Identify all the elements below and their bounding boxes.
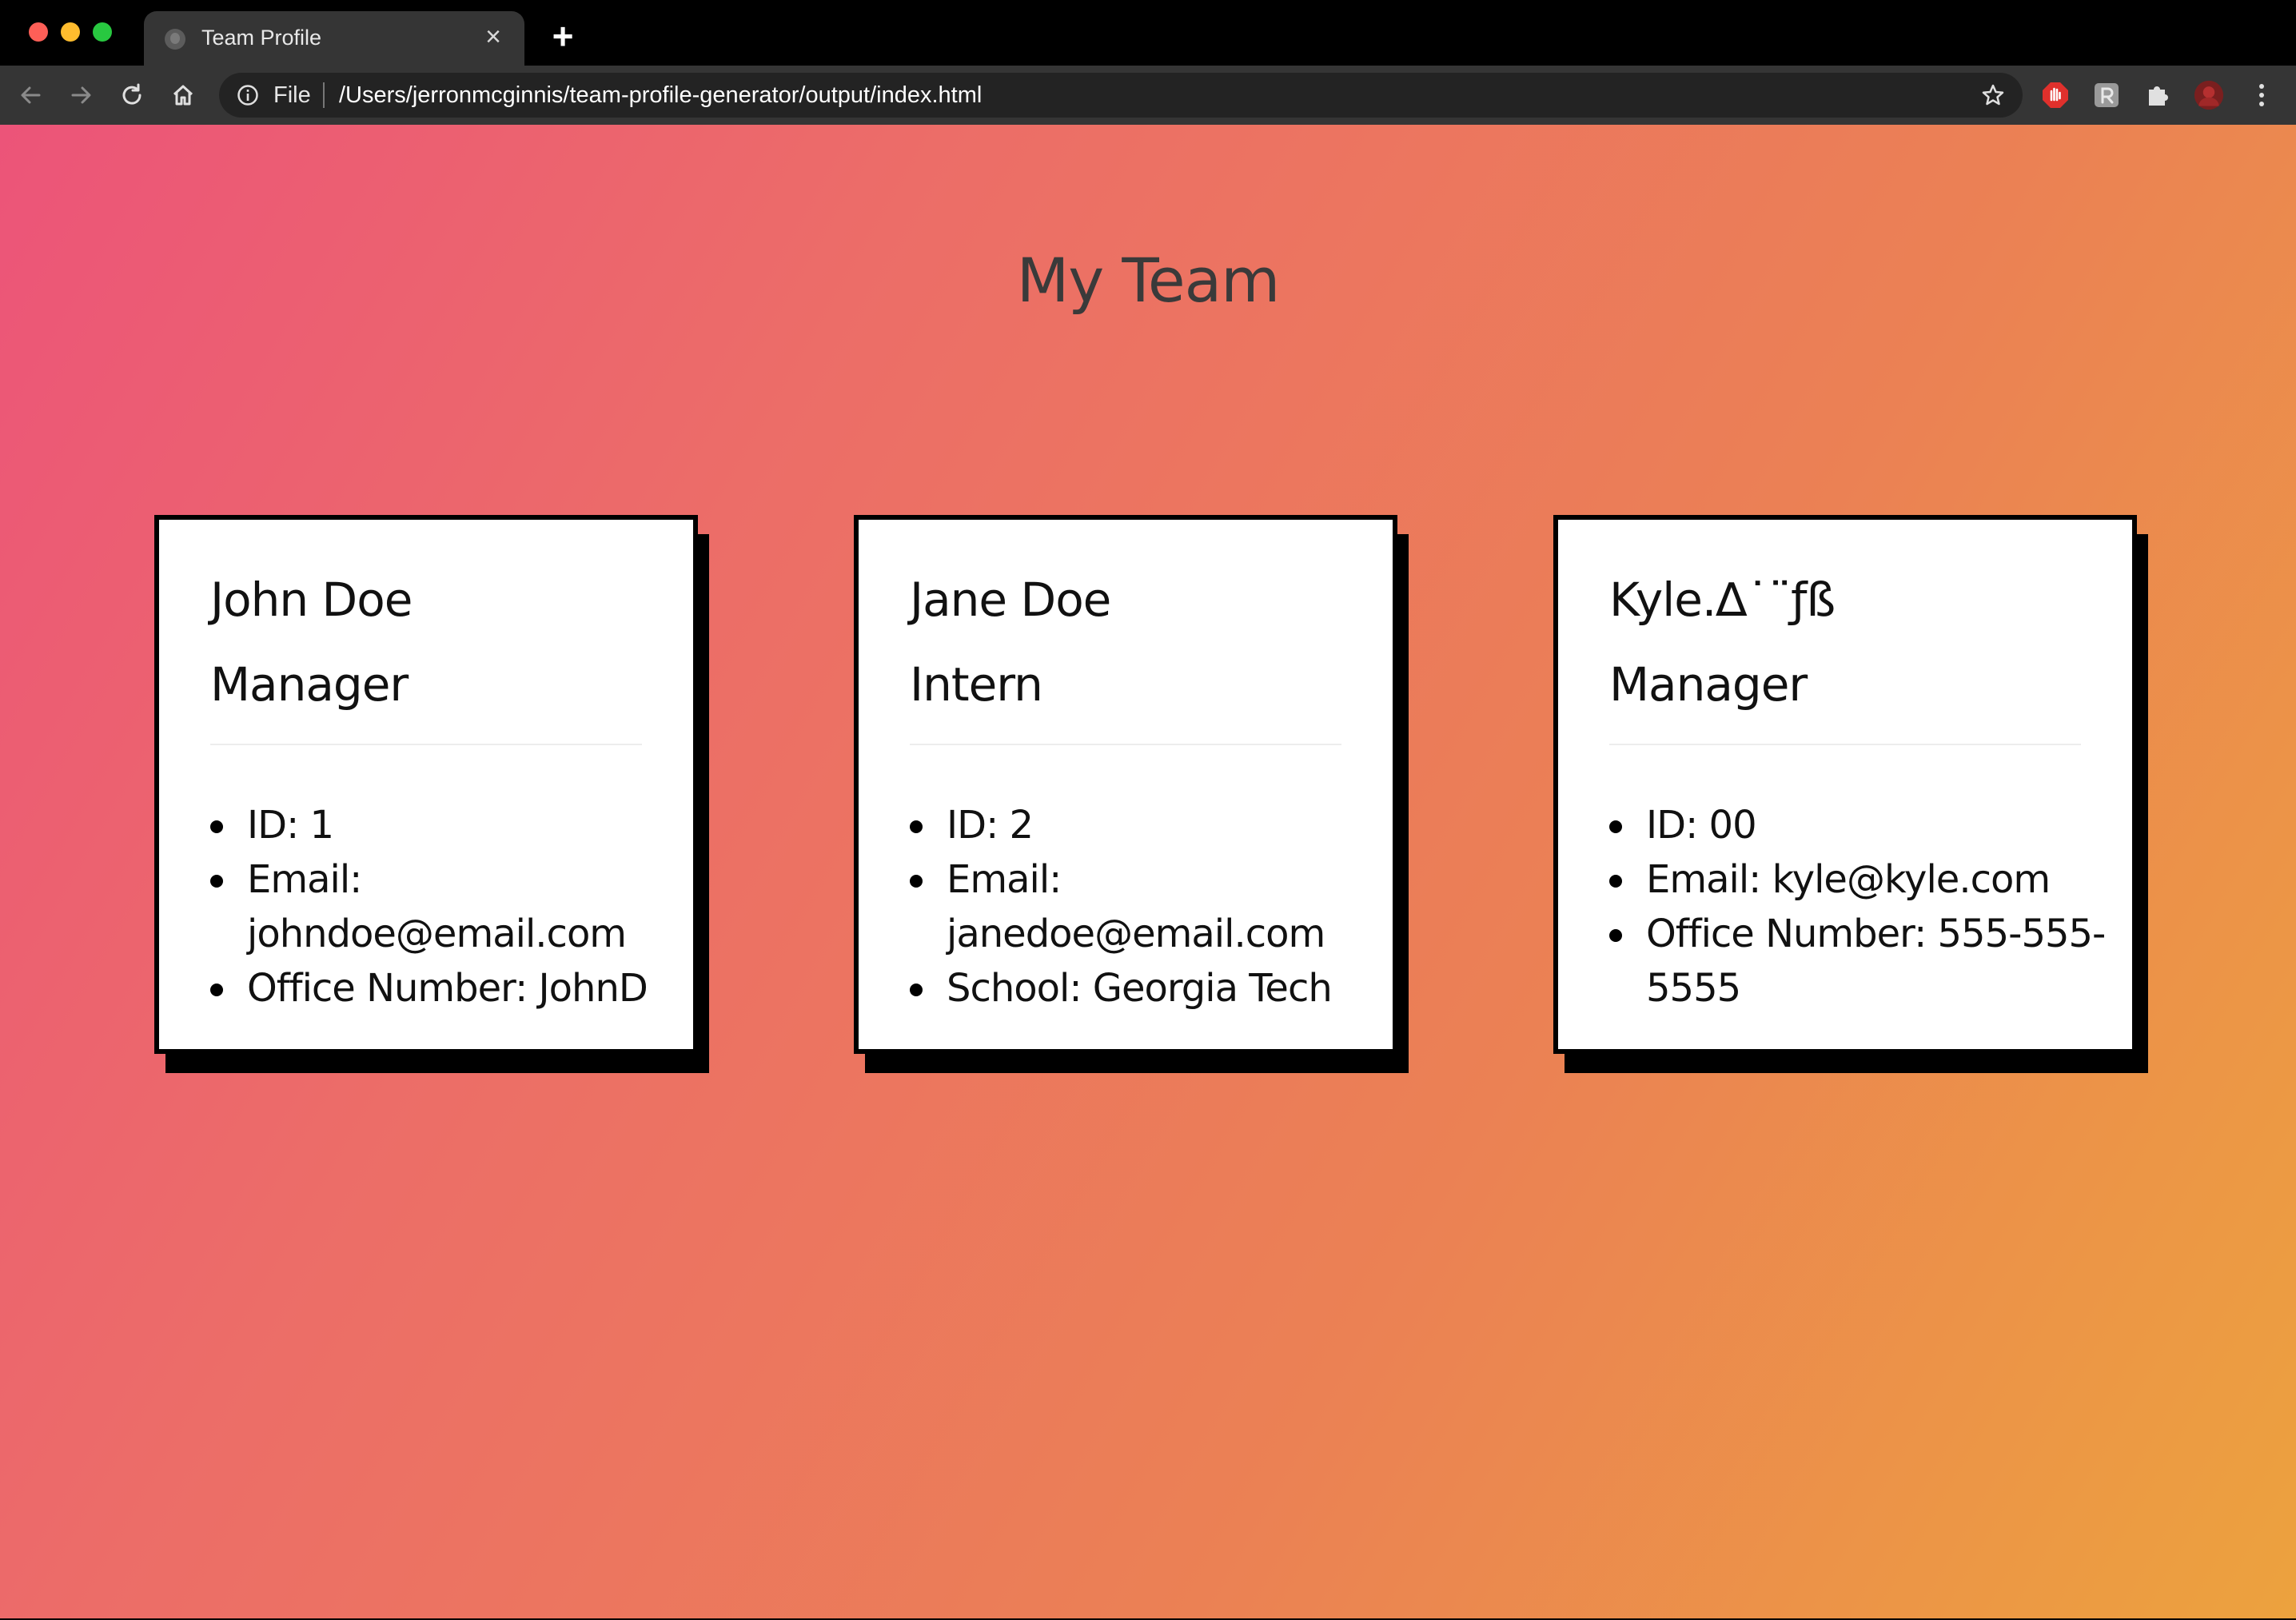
employee-role: Manager — [210, 657, 409, 712]
card-header: Jane Doe Intern — [910, 568, 1341, 745]
employee-extra: School: Georgia Tech — [910, 961, 1369, 1015]
browser-tab-active[interactable]: Team Profile × — [144, 11, 524, 66]
home-icon[interactable] — [163, 75, 203, 115]
employee-card-1: Jane Doe Intern ID: 2 Email: janedoe@ema… — [854, 515, 1397, 1054]
minimize-window-button[interactable] — [61, 22, 80, 42]
employee-role: Intern — [910, 657, 1043, 712]
employee-email: Email: kyle@kyle.com — [1609, 852, 2108, 907]
employee-details: ID: 2 Email: janedoe@email.com School: G… — [910, 798, 1369, 1015]
employee-card-2: Kyle.∆˙¨ƒß Manager ID: 00 Email: kyle@ky… — [1553, 515, 2137, 1054]
extensions-puzzle-icon[interactable] — [2143, 80, 2173, 110]
employee-role: Manager — [1609, 657, 1808, 712]
page-viewport: My Team John Doe Manager ID: 1 Email: jo… — [0, 125, 2296, 1618]
tab-title: Team Profile — [201, 26, 322, 50]
employee-id: ID: 1 — [210, 798, 669, 852]
employee-id: ID: 00 — [1609, 798, 2108, 852]
new-tab-button[interactable]: + — [545, 18, 580, 54]
employee-email: Email: johndoe@email.com — [210, 852, 669, 961]
extension-r-icon[interactable] — [2091, 80, 2122, 110]
page-title: My Team — [1016, 245, 1281, 316]
browser-window: Team Profile × + File /Users/jerronmcgin… — [0, 0, 2296, 1620]
close-tab-icon[interactable]: × — [478, 22, 508, 52]
forward-arrow-icon[interactable] — [62, 75, 102, 115]
employee-details: ID: 1 Email: johndoe@email.com Office Nu… — [210, 798, 669, 1015]
tab-strip: Team Profile × + — [0, 0, 2296, 66]
back-arrow-icon[interactable] — [10, 75, 50, 115]
employee-extra: Office Number: 555-555-5555 — [1609, 907, 2108, 1015]
card-header: Kyle.∆˙¨ƒß Manager — [1609, 568, 2081, 745]
omnibox-divider — [323, 82, 325, 108]
info-icon[interactable] — [237, 84, 259, 106]
url-text[interactable]: /Users/jerronmcginnis/team-profile-gener… — [339, 82, 982, 109]
close-window-button[interactable] — [29, 22, 48, 42]
employee-name: Kyle.∆˙¨ƒß — [1609, 573, 1836, 627]
employee-extra: Office Number: JohnD — [210, 961, 669, 1015]
adblock-extension-icon[interactable] — [2040, 80, 2071, 110]
employee-card-0: John Doe Manager ID: 1 Email: johndoe@em… — [154, 515, 698, 1054]
kebab-menu-icon[interactable] — [2246, 80, 2277, 110]
employee-name: John Doe — [210, 573, 413, 627]
employee-name: Jane Doe — [910, 573, 1111, 627]
employee-id: ID: 2 — [910, 798, 1369, 852]
address-bar[interactable]: File /Users/jerronmcginnis/team-profile-… — [219, 73, 2023, 118]
browser-toolbar: File /Users/jerronmcginnis/team-profile-… — [0, 66, 2296, 125]
card-header: John Doe Manager — [210, 568, 642, 745]
bookmark-star-icon[interactable] — [1981, 83, 2005, 107]
employee-email: Email: janedoe@email.com — [910, 852, 1369, 961]
globe-favicon-icon — [165, 29, 185, 50]
reload-icon[interactable] — [112, 75, 152, 115]
scheme-label: File — [273, 82, 311, 108]
employee-details: ID: 00 Email: kyle@kyle.com Office Numbe… — [1609, 798, 2108, 1015]
maximize-window-button[interactable] — [93, 22, 112, 42]
profile-avatar[interactable] — [2194, 80, 2224, 110]
